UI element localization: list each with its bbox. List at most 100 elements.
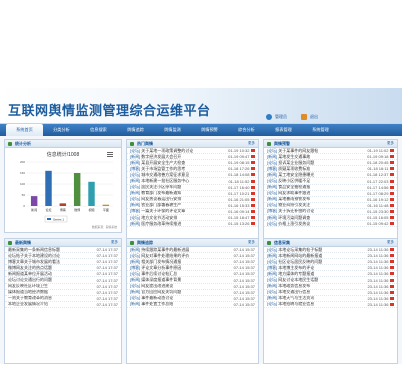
item-title-link[interactable]: 网友讨论本地民生话题 xyxy=(278,277,365,282)
item-title-link[interactable]: 媒体报道当地经济数据 xyxy=(8,290,95,295)
item-time: 07-14 15:37 xyxy=(233,295,255,301)
item-title-link[interactable]: 事件处置工作总结 xyxy=(141,302,231,307)
item-time: 01-18 11:52 xyxy=(228,178,250,184)
item-title-link[interactable]: 地方文化节活动安排 xyxy=(141,215,226,220)
chart-bar[interactable] xyxy=(88,181,95,206)
item-title-link[interactable]: 社区论坛居民反映的问题 xyxy=(278,259,365,264)
chart-bar[interactable] xyxy=(45,170,52,206)
item-title-link[interactable]: 地方媒体的专题报道 xyxy=(278,271,365,276)
flag-icon xyxy=(251,173,255,177)
local-more-link[interactable]: 更多 xyxy=(387,240,394,245)
hot-more-link[interactable]: 更多 xyxy=(248,141,255,146)
nav-item-reports[interactable]: 报表管理 xyxy=(265,124,302,136)
item-title-link[interactable]: 媒体深度报道事件背景 xyxy=(141,277,231,282)
item-title-link[interactable]: 网友求助事件跟进 xyxy=(278,191,365,196)
item-title-link[interactable]: 论坛讨论交通出行的问题 xyxy=(8,277,95,282)
flag-icon xyxy=(390,296,394,300)
item-title-link[interactable]: 官方回应网友关切问题 xyxy=(141,290,231,295)
user-label[interactable]: 管理员 xyxy=(275,114,287,120)
item-title-link[interactable]: 评论文章分析事件原因 xyxy=(141,265,231,270)
local-list-item[interactable]: [论坛] 本地招聘与就业信息 23-14 11:36 xyxy=(264,302,397,308)
nav-item-search[interactable]: 信息搜索 xyxy=(80,124,117,136)
item-title-link[interactable]: 网友反映社区环境卫生 xyxy=(8,284,95,289)
chart-bar[interactable] xyxy=(59,203,67,206)
item-title-link[interactable]: 数字经济发展大会召开 xyxy=(141,154,226,159)
item-title-link[interactable]: 一则关于教育改革的消息 xyxy=(8,296,95,301)
track-more-link[interactable]: 更多 xyxy=(248,240,255,245)
item-title-link[interactable]: 价格上涨引发热议 xyxy=(278,221,365,226)
item-title-link[interactable]: 关于某事件的网友跟帖 xyxy=(278,148,365,153)
item-category: [新闻] xyxy=(267,253,278,258)
item-title-link[interactable]: 城市交通改善方案征求意见 xyxy=(141,172,226,177)
item-time: 23-14 11:36 xyxy=(367,283,389,289)
item-title-link[interactable]: 网友提出改进建议 xyxy=(141,284,231,289)
item-title-link[interactable]: 最新采集的一条新闻信息标题 xyxy=(8,247,95,252)
item-title-link[interactable]: 持续跟踪某事件的最新进展 xyxy=(141,247,231,252)
nav-item-home[interactable]: 系统首页 xyxy=(6,124,43,136)
item-title-link[interactable]: 食品安全抽检通报 xyxy=(278,185,365,190)
item-title-link[interactable]: 质疑某项收费标准 xyxy=(278,166,365,171)
item-title-link[interactable]: 事件最新动态讨论 xyxy=(141,296,231,301)
item-title-link[interactable]: 本地天气与生活资讯 xyxy=(278,296,365,301)
item-title-link[interactable]: 农业部门部署春耕生产 xyxy=(141,203,226,208)
flag-icon xyxy=(390,191,394,195)
nav-item-monitor[interactable]: 舆情监测 xyxy=(154,124,191,136)
item-title-link[interactable]: 关于某地一项政策调整的讨论 xyxy=(141,148,226,153)
item-title-link[interactable]: 本地博主发布的评论 xyxy=(278,265,365,270)
item-title-link[interactable]: 教育部门发布最新通知 xyxy=(141,191,226,196)
item-title-link[interactable]: 本地政务信息发布 xyxy=(278,284,365,289)
item-category: [论坛] xyxy=(130,148,141,153)
item-title-link[interactable]: 网友对事件处理结果的评价 xyxy=(141,253,231,258)
item-title-link[interactable]: 物业纠纷引发关注 xyxy=(278,203,365,208)
item-title-link[interactable]: 某地暴雨预警发布 xyxy=(278,197,365,202)
nav-item-analysis[interactable]: 综合分析 xyxy=(228,124,265,136)
nav-item-category[interactable]: 分类分析 xyxy=(43,124,80,136)
item-title-link[interactable]: 相关部门发布情况通报 xyxy=(141,259,231,264)
item-title-link[interactable]: 某工地安全隐患曝光 xyxy=(278,172,365,177)
nav-item-tracking[interactable]: 舆情追踪 xyxy=(117,124,154,136)
item-title-link[interactable]: 本地招聘与就业信息 xyxy=(278,302,365,307)
item-title-link[interactable]: 网友热议春运出行安排 xyxy=(141,197,226,202)
latest-list-item[interactable]: 本地企业发展情况介绍 07-14 17:37 xyxy=(5,302,121,308)
latest-more-link[interactable]: 更多 xyxy=(111,240,118,245)
item-title-link[interactable]: 某县开展安全生产大检查 xyxy=(141,160,226,165)
chart-bar[interactable] xyxy=(30,196,38,206)
item-title-link[interactable]: 关于拆迁补偿的讨论 xyxy=(278,209,365,214)
latest-panel: 最新舆情 更多 最新采集的一条新闻信息标题 07-14 17:37 论坛帖子关于本地… xyxy=(4,238,122,364)
item-title-link[interactable]: 本地新建一批社区服务中心 xyxy=(141,178,226,183)
track-list-item[interactable]: [新闻] 事件处置工作总结 07-14 15:37 xyxy=(127,302,258,308)
item-title-link[interactable]: 事件后续讨论帖汇总 xyxy=(141,271,231,276)
item-title-link[interactable]: 微博网友关注的热点话题 xyxy=(8,265,95,270)
item-category: [新闻] xyxy=(130,221,141,226)
item-title-link[interactable]: 博客文章关于城市发展的看法 xyxy=(8,259,95,264)
item-title-link[interactable]: 论坛帖子关于本地建设的讨论 xyxy=(8,253,95,258)
warn-more-link[interactable]: 更多 xyxy=(387,141,394,146)
item-title-link[interactable]: 新闻报道某单位开展活动 xyxy=(8,271,95,276)
flag-icon xyxy=(251,179,255,183)
item-title-link[interactable]: 居民关注小区停车问题 xyxy=(141,185,226,190)
item-title-link[interactable]: 医疗服务改革持续推进 xyxy=(141,221,226,226)
chart-bar[interactable] xyxy=(102,204,110,206)
item-time: 01-16 19:12 xyxy=(367,196,389,202)
logout-icon[interactable] xyxy=(301,114,307,120)
item-title-link[interactable]: 本地新闻网站的最新报道 xyxy=(278,253,365,258)
item-title-link[interactable]: 环境污染问题调查 xyxy=(278,215,365,220)
item-title-link[interactable]: 本地交通出行信息 xyxy=(278,290,365,295)
logout-link[interactable]: 退出 xyxy=(310,114,318,120)
nav-item-warning[interactable]: 舆情预警 xyxy=(191,124,228,136)
item-category: [博客] xyxy=(267,265,278,270)
warn-list-item[interactable]: [论坛] 价格上涨引发热议 01-15 09:42 xyxy=(264,221,397,228)
hot-list-item[interactable]: [新闻] 医疗服务改革持续推进 01-15 13:26 xyxy=(127,221,258,228)
item-title-link[interactable]: 本地企业发展情况介绍 xyxy=(8,302,95,307)
item-title-link[interactable]: 某地发生交通事故 xyxy=(278,154,365,159)
item-category: [新闻] xyxy=(130,301,141,307)
warn-list: [论坛] 关于某事件的网友跟帖 01-19 11:02 [新闻] 某地发生交通事故 01-… xyxy=(264,148,397,228)
nav-item-system[interactable]: 系统管理 xyxy=(302,124,339,136)
item-title-link[interactable]: 关于市场监管工作的思考 xyxy=(141,166,226,171)
item-title-link[interactable]: 一篇关于环保的评论文章 xyxy=(141,209,226,214)
chart-bar[interactable] xyxy=(73,173,81,206)
item-title-link[interactable]: 本地论坛采集的帖子标题 xyxy=(278,247,365,252)
chart-menu-icon[interactable] xyxy=(107,152,113,157)
item-title-link[interactable]: 反映小区供暖不足 xyxy=(278,178,365,183)
item-title-link[interactable]: 投诉某企业服务问题 xyxy=(278,160,365,165)
